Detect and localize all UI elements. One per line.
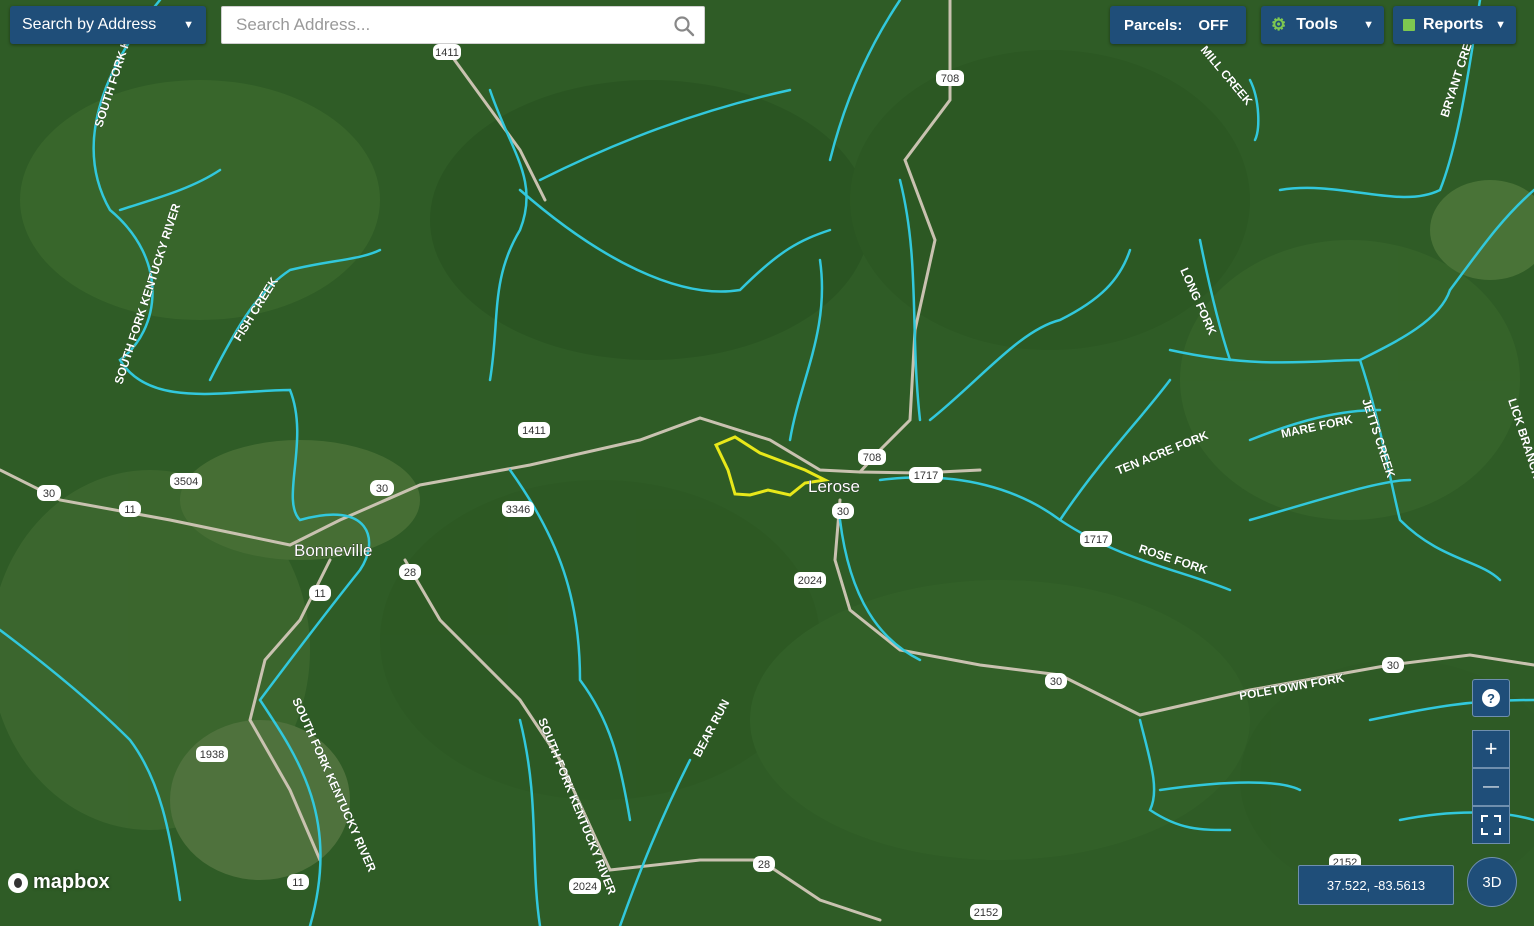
route-shield: 2024 bbox=[573, 881, 597, 893]
route-shield: 30 bbox=[1050, 676, 1062, 688]
help-button[interactable]: ? bbox=[1472, 679, 1510, 717]
parcels-value: OFF bbox=[1198, 16, 1229, 34]
parcels-label: Parcels: bbox=[1124, 16, 1183, 34]
search-box[interactable] bbox=[221, 6, 705, 44]
route-shield: 1411 bbox=[522, 425, 546, 437]
place-label-bonneville: Bonneville bbox=[294, 541, 372, 560]
bar-chart-icon bbox=[1403, 19, 1415, 31]
route-shield: 1938 bbox=[200, 749, 224, 761]
route-shield: 3346 bbox=[506, 504, 530, 516]
reports-dropdown[interactable]: Reports ▼ bbox=[1393, 6, 1516, 44]
route-shield: 30 bbox=[376, 483, 388, 495]
reports-label: Reports bbox=[1423, 16, 1484, 33]
fullscreen-button[interactable] bbox=[1472, 806, 1510, 844]
tools-dropdown[interactable]: ⚙ Tools ▼ bbox=[1261, 6, 1384, 44]
route-shield: 11 bbox=[292, 877, 303, 889]
search-input[interactable] bbox=[234, 7, 668, 43]
help-icon: ? bbox=[1482, 689, 1500, 707]
parcels-toggle-button[interactable]: Parcels: OFF bbox=[1110, 6, 1246, 44]
fullscreen-icon bbox=[1481, 815, 1501, 835]
chevron-down-icon: ▼ bbox=[183, 19, 194, 31]
search-icon[interactable] bbox=[672, 14, 696, 38]
route-shield: 30 bbox=[1387, 660, 1399, 672]
zoom-out-button[interactable]: — bbox=[1472, 768, 1510, 806]
route-shield: 708 bbox=[941, 73, 959, 85]
route-shield: 708 bbox=[863, 452, 881, 464]
gear-icon: ⚙ bbox=[1271, 15, 1287, 34]
minus-icon: — bbox=[1483, 778, 1499, 795]
route-shield: 3504 bbox=[174, 476, 198, 488]
coordinates-display: 37.522, -83.5613 bbox=[1298, 865, 1454, 905]
plus-icon: + bbox=[1484, 736, 1498, 761]
route-shield: 1717 bbox=[1084, 534, 1108, 546]
route-shield: 1411 bbox=[435, 47, 459, 59]
route-shield: 2024 bbox=[798, 575, 822, 587]
place-label-lerose: Lerose bbox=[808, 477, 860, 496]
route-shield: 30 bbox=[837, 506, 849, 518]
route-shield: 30 bbox=[43, 488, 55, 500]
route-shield: 2152 bbox=[974, 907, 998, 919]
mapbox-logo[interactable]: mapbox bbox=[8, 871, 110, 894]
mapbox-icon bbox=[8, 872, 28, 893]
route-shield: 11 bbox=[124, 504, 135, 516]
satellite-map[interactable]: 1411 708 1411 3504 30 11 30 3346 708 171… bbox=[0, 0, 1534, 926]
3d-toggle-button[interactable]: 3D bbox=[1467, 857, 1517, 907]
tools-label: Tools bbox=[1296, 16, 1338, 33]
chevron-down-icon: ▼ bbox=[1363, 19, 1374, 31]
route-shield: 28 bbox=[758, 859, 770, 871]
mapbox-attribution: mapbox bbox=[33, 871, 110, 893]
route-shield: 11 bbox=[314, 588, 325, 600]
search-by-dropdown[interactable]: Search by Address ▼ bbox=[10, 6, 206, 44]
route-shield: 28 bbox=[404, 567, 416, 579]
search-by-label: Search by Address bbox=[22, 16, 157, 33]
zoom-in-button[interactable]: + bbox=[1472, 730, 1510, 768]
route-shield: 1717 bbox=[914, 470, 938, 482]
chevron-down-icon: ▼ bbox=[1495, 19, 1506, 31]
